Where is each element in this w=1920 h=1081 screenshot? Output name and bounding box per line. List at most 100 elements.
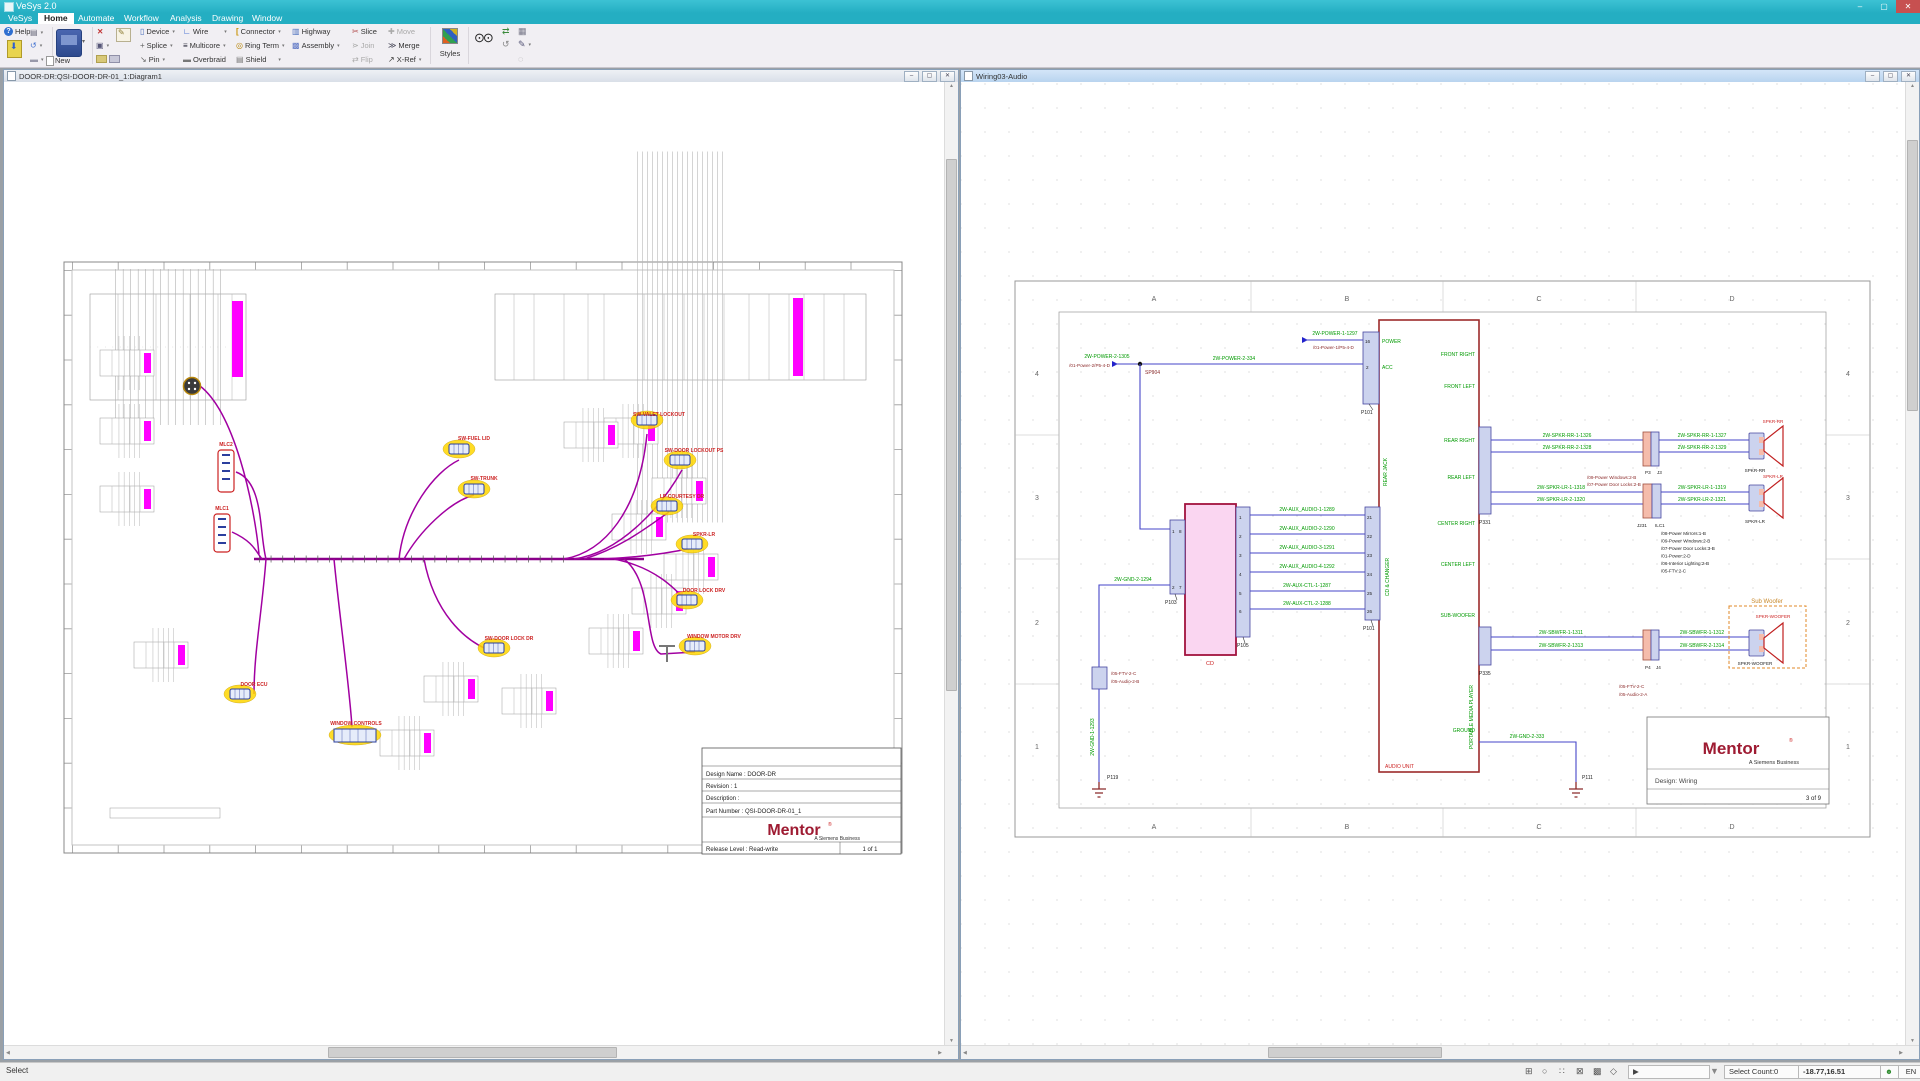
wire-table-top-right[interactable] — [495, 294, 866, 380]
menu-home[interactable]: Home — [38, 13, 74, 24]
left-canvas[interactable]: MLC2 MLC1 SW-VALET LOCKOUT SW-FUEL LID — [4, 82, 944, 1045]
left-vertical-scrollbar[interactable]: ▲ ▼ — [944, 82, 958, 1045]
wire-label[interactable]: 2W-GND-1-1293 — [1090, 718, 1096, 756]
tool-shield[interactable]: ▤Shield▾ — [236, 54, 281, 65]
child-restore-button[interactable]: ▢ — [1883, 71, 1898, 82]
connector-p101-top[interactable]: 16 2 P101 — [1361, 332, 1379, 416]
snap-icon[interactable]: ◇ — [1610, 1066, 1617, 1077]
menu-automate[interactable]: Automate — [72, 13, 120, 24]
speaker-icon[interactable] — [1749, 478, 1783, 518]
print-button[interactable]: ▤▾ — [30, 27, 43, 38]
device-window-controls[interactable]: WINDOW CONTROLS — [329, 721, 382, 745]
scroll-up-icon[interactable]: ▲ — [1910, 83, 1915, 89]
aux-wires[interactable]: 2W-AUX_AUDIO-1-1289 2W-AUX_AUDIO-2-1290 … — [1250, 507, 1365, 609]
gnd-branch[interactable]: 2W-GND-2-1294 /05-FTV-2-C /05-Audio-2-B … — [1090, 577, 1170, 797]
child-minimize-button[interactable]: – — [1865, 71, 1880, 82]
board-button[interactable] — [56, 29, 82, 57]
wire-label[interactable]: 2W-SBWFR-1-1311 — [1539, 630, 1583, 636]
audio-unit-device[interactable]: POWER ACC REAR JACK CD & CHANGER PORTABL… — [1379, 320, 1479, 772]
find-binoculars-icon[interactable]: ⊙⊙ — [474, 30, 492, 46]
wire-label[interactable]: 2W-SPKR-RR-1-1327 — [1678, 433, 1727, 439]
scrollbar-thumb[interactable] — [328, 1047, 616, 1058]
wire-label[interactable]: 2W-SBWFR-1-1312 — [1680, 630, 1725, 636]
left-horizontal-scrollbar[interactable]: ◀ ▶ — [4, 1045, 958, 1059]
tool-assembly[interactable]: ▩Assembly▾ — [292, 40, 340, 51]
wire-label[interactable]: 2W-POWER-2-334 — [1213, 356, 1256, 362]
child-close-button[interactable]: ✕ — [1901, 71, 1916, 82]
scrollbar-thumb[interactable] — [1907, 140, 1918, 412]
styles-button[interactable]: Styles — [436, 26, 464, 65]
minimize-button[interactable]: – — [1848, 0, 1872, 13]
wire-label[interactable]: 2W-AUX_AUDIO-4-1292 — [1279, 564, 1334, 570]
tool-device[interactable]: ▯Device▾ — [140, 26, 175, 37]
tool-wire[interactable]: ∟Wire▾ — [183, 26, 227, 37]
wire-label[interactable]: 2W-AUX_AUDIO-3-1291 — [1279, 545, 1334, 551]
menu-workflow[interactable]: Workflow — [118, 13, 165, 24]
wire-label[interactable]: 2W-SPKR-LR-2-1320 — [1537, 497, 1585, 503]
tool-connector[interactable]: [Connector▾ — [236, 26, 281, 37]
wire-label[interactable]: 2W-POWER-2-1305 — [1084, 354, 1129, 360]
tool-overbraid[interactable]: ▬Overbraid — [183, 54, 226, 65]
scrollbar-thumb[interactable] — [1268, 1047, 1442, 1058]
close-button[interactable]: ✕ — [1896, 0, 1920, 13]
right-vertical-scrollbar[interactable]: ▲ ▼ — [1905, 82, 1919, 1045]
swatch-icon[interactable] — [109, 55, 120, 63]
speaker-icon[interactable] — [1749, 426, 1783, 466]
tool-xref[interactable]: ↗X-Ref▾ — [388, 54, 421, 65]
tool-pin[interactable]: ↘Pin▾ — [140, 54, 165, 65]
wire-label[interactable]: 2W-SPKR-LR-1-1319 — [1678, 485, 1726, 491]
target-icon[interactable]: ◌ — [518, 53, 523, 64]
scroll-down-icon[interactable]: ▼ — [949, 1038, 954, 1044]
maximize-button[interactable]: ▢ — [1872, 0, 1896, 13]
play-icon[interactable]: ▶ — [1633, 1067, 1639, 1076]
language-box[interactable]: EN — [1898, 1065, 1920, 1079]
spkr-lr-branch[interactable]: 2W-SPKR-LR-1-1318 2W-SPKR-LR-2-1320 J231… — [1491, 474, 1784, 574]
tool-join[interactable]: ⋗Join — [352, 40, 374, 51]
tool-slice[interactable]: ✂Slice — [352, 26, 377, 37]
device-mlc2[interactable]: MLC2 — [218, 442, 234, 492]
right-horizontal-scrollbar[interactable]: ◀ ▶ — [961, 1045, 1919, 1059]
wire-label[interactable]: 2W-GND-2-1294 — [1114, 577, 1152, 583]
wire-label[interactable]: 2W-SBWFR-2-1314 — [1680, 643, 1725, 649]
power-wires[interactable]: 2W-POWER-1-1297 /01-Power-1/P5-4-D /01-P… — [1069, 331, 1363, 529]
pen-icon[interactable]: ✎▾ — [518, 39, 531, 50]
connector-p103[interactable]: 1 2 8 7 P103 — [1165, 520, 1185, 606]
grid-toggle-icon[interactable]: ▩ — [1593, 1066, 1602, 1077]
tool-splice[interactable]: +Splice▾ — [140, 40, 173, 51]
unit-ground-branch[interactable]: 2W-GND-2-333 P111 — [1479, 734, 1593, 797]
help-button[interactable]: ?Help — [4, 26, 30, 37]
tool-move[interactable]: ✚Move — [388, 26, 415, 37]
cd-device[interactable]: CD — [1185, 504, 1236, 667]
menu-analysis[interactable]: Analysis — [164, 13, 208, 24]
door-dr-schematic[interactable]: MLC2 MLC1 SW-VALET LOCKOUT SW-FUEL LID — [4, 82, 943, 1044]
zoom-fit-icon[interactable]: ⇄ — [502, 26, 510, 37]
grid-select-icon[interactable]: ▦ — [518, 26, 527, 37]
wire-label[interactable]: 2W-POWER-1-1297 — [1312, 331, 1357, 337]
wire-label[interactable]: 2W-SPKR-LR-2-1321 — [1678, 497, 1726, 503]
connector-p335[interactable]: P335 — [1479, 627, 1491, 677]
right-window-titlebar[interactable]: Wiring03-Audio – ▢ ✕ — [961, 70, 1919, 82]
scrollbar-thumb[interactable] — [946, 159, 957, 691]
edit-sheet-icon[interactable]: ✎ — [116, 28, 131, 42]
pan-icon[interactable]: ⊞ — [1525, 1066, 1533, 1077]
menu-window[interactable]: Window — [246, 13, 288, 24]
dropdown-icon[interactable]: ▾ — [82, 38, 85, 45]
wire-label[interactable]: 2W-GND-2-333 — [1510, 734, 1545, 740]
wire-label[interactable]: 2W-SPKR-LR-1-1318 — [1537, 485, 1585, 491]
round-connector[interactable] — [184, 378, 201, 395]
wire-table-top-left[interactable] — [90, 294, 246, 400]
tool-multicore[interactable]: ≡Multicore▾ — [183, 40, 226, 51]
subwoofer-branch[interactable]: 2W-SBWFR-1-1311 2W-SBWFR-2-1313 P4 J4 2W… — [1491, 599, 1806, 697]
undo-button[interactable]: ↺▾ — [30, 40, 42, 51]
menu-vesys[interactable]: VeSys — [2, 13, 38, 24]
tool-flip[interactable]: ⇄Flip — [352, 54, 373, 65]
filter-icon[interactable]: ▼ — [1710, 1066, 1719, 1076]
wire-label[interactable]: 2W-AUX-CTL-2-1288 — [1283, 601, 1331, 607]
zoom-extents-icon[interactable]: ⊠ — [1576, 1066, 1584, 1077]
wire-label[interactable]: 2W-AUX_AUDIO-1-1289 — [1279, 507, 1334, 513]
zoom-circle-icon[interactable]: ○ — [1542, 1066, 1547, 1076]
wire-label[interactable]: 2W-AUX-CTL-1-1287 — [1283, 583, 1331, 589]
zoom-points-icon[interactable]: ∷ — [1559, 1066, 1565, 1077]
child-close-button[interactable]: ✕ — [940, 71, 955, 82]
wire-label[interactable]: 2W-SPKR-RR-1-1326 — [1543, 433, 1592, 439]
